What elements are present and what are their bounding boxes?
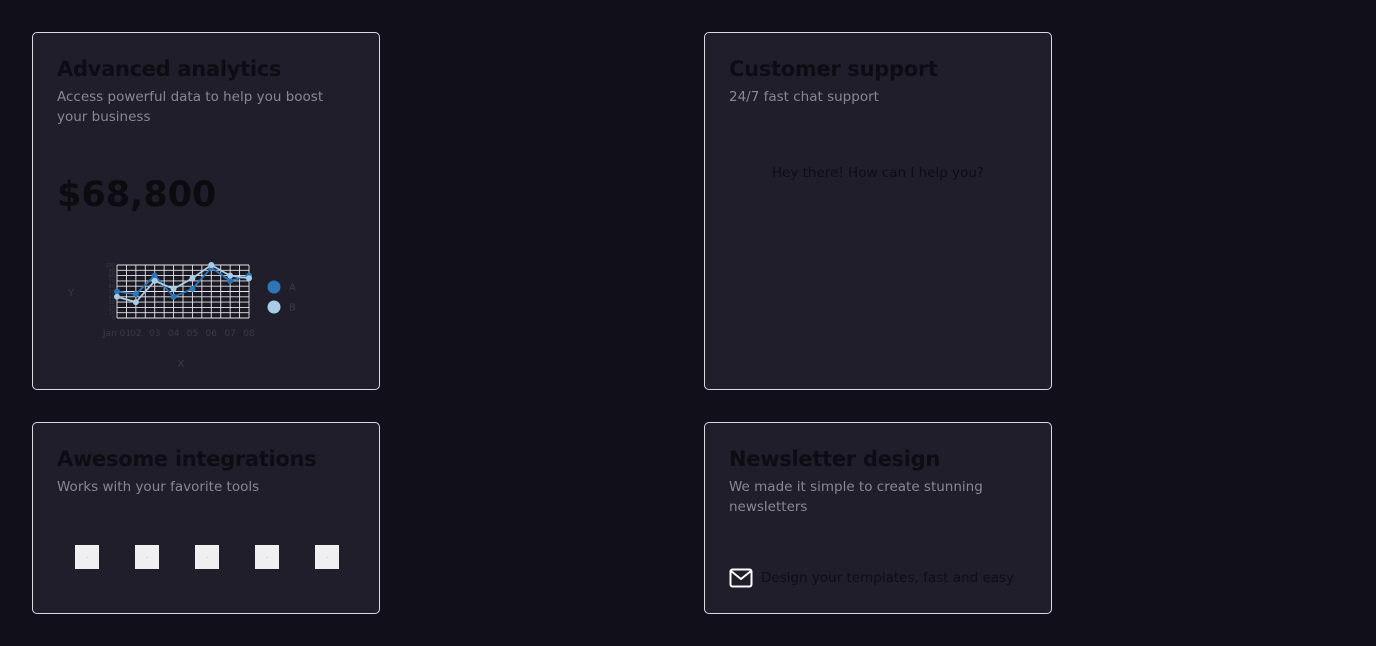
y-axis-label: Y <box>67 288 75 299</box>
x-axis-label: X <box>178 359 185 370</box>
y-tick-label: 80 <box>109 274 115 280</box>
series-point-B <box>170 285 177 292</box>
y-tick-label: 70 <box>109 279 115 285</box>
series-point-B <box>189 275 196 282</box>
series-point-A <box>227 277 234 284</box>
y-tick-label: 20 <box>109 305 115 311</box>
integrations-card: Awesome integrations Works with your fav… <box>32 422 380 614</box>
integrations-title: Awesome integrations <box>57 447 317 471</box>
tool-icon-2[interactable]: • <box>135 545 159 569</box>
x-tick-label: 07 <box>224 329 235 339</box>
x-tick-label: 02 <box>130 329 141 339</box>
y-tick-label: 10 <box>109 311 115 317</box>
x-tick-label: 03 <box>149 329 160 339</box>
series-point-B <box>151 277 158 284</box>
analytics-description: Access powerful data to help you boost y… <box>57 89 324 125</box>
mail-icon <box>729 568 753 588</box>
x-tick-label: 06 <box>206 329 218 339</box>
analytics-title: Advanced analytics <box>57 57 282 81</box>
y-tick-label: 90 <box>109 268 115 274</box>
y-tick-label: 30 <box>109 300 115 306</box>
legend-label-B: B <box>289 303 296 314</box>
newsletter-description: We made it simple to create stunning new… <box>729 479 983 515</box>
analytics-value: $68,800 <box>57 175 217 215</box>
series-point-A <box>189 285 196 292</box>
legend-marker-B <box>267 300 281 314</box>
series-point-A <box>114 288 120 295</box>
support-title: Customer support <box>729 57 938 81</box>
analytics-chart: 0 10 20 30 40 50 60 70 80 90 100 X Y Jan 01 02 03 04 05 06… <box>53 255 313 395</box>
y-tick-label: 100 <box>105 263 115 269</box>
x-tick-label: 08 <box>243 329 255 339</box>
series-point-B <box>246 275 252 282</box>
legend-marker-A <box>267 280 281 294</box>
y-tick-label: 60 <box>109 284 115 290</box>
newsletter-feature: Design your templates, fast and easy <box>729 567 1014 589</box>
legend-label-A: A <box>289 283 296 294</box>
series-point-A <box>170 293 177 300</box>
x-tick-label: 05 <box>187 329 198 339</box>
y-tick-label: 50 <box>109 290 115 296</box>
tools-row: • • • • • <box>75 545 339 569</box>
line-chart: 0102030405060708090100 X Y Jan 01 02 03 04 05 06… <box>67 262 296 370</box>
newsletter-title: Newsletter design <box>729 447 941 471</box>
chat-message: Hey there! How can I help you? <box>771 165 985 181</box>
newsletter-card: Newsletter design We made it simple to c… <box>704 422 1052 614</box>
support-description: 24/7 fast chat support <box>729 89 879 105</box>
y-tick-label: 40 <box>109 295 115 301</box>
newsletter-feature-text: Design your templates, fast and easy <box>761 570 1015 586</box>
series-point-A <box>151 272 158 279</box>
analytics-card: Advanced analytics Access powerful data … <box>32 32 380 390</box>
series-point-B <box>132 299 139 306</box>
tool-icon-5[interactable]: • <box>315 545 339 569</box>
support-card: Customer support 24/7 fast chat support … <box>704 32 1052 390</box>
integrations-description: Works with your favorite tools <box>57 479 260 495</box>
series-point-B <box>114 293 120 300</box>
x-tick-label: 04 <box>168 329 180 339</box>
tool-icon-1[interactable]: • <box>75 545 99 569</box>
tool-icon-4[interactable]: • <box>255 545 279 569</box>
y-tick-label: 0 <box>112 316 115 322</box>
series-point-B <box>208 262 215 268</box>
series-point-B <box>227 272 234 279</box>
x-tick-label: Jan 01 <box>102 329 131 339</box>
series-point-A <box>132 291 139 298</box>
tool-icon-3[interactable]: • <box>195 545 219 569</box>
